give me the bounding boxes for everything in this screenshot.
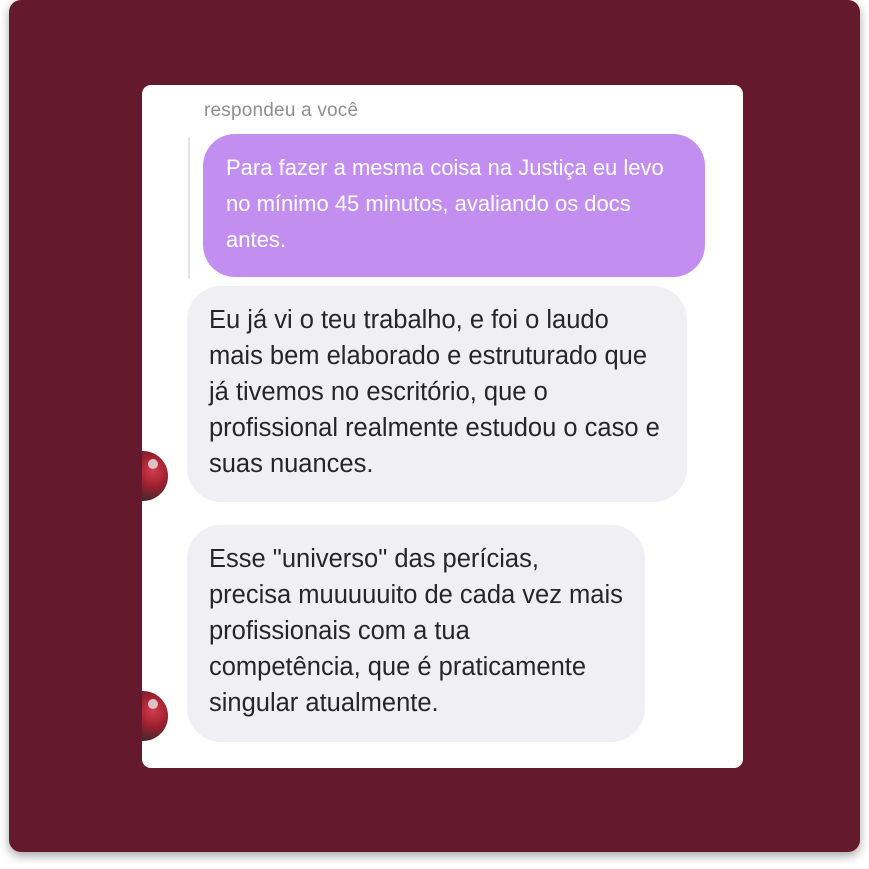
user-avatar[interactable] bbox=[142, 691, 168, 741]
background-frame: respondeu a você Para fazer a mesma cois… bbox=[9, 0, 860, 852]
reply-label: respondeu a você bbox=[204, 100, 359, 121]
conversation-screenshot: respondeu a você Para fazer a mesma cois… bbox=[142, 85, 743, 768]
message-bubble[interactable]: Esse "universo" das perícias, precisa mu… bbox=[187, 525, 645, 742]
reply-indicator-line bbox=[188, 137, 190, 279]
message-bubble[interactable]: Eu já vi o teu trabalho, e foi o laudo m… bbox=[187, 286, 687, 502]
quoted-message-bubble[interactable]: Para fazer a mesma coisa na Justiça eu l… bbox=[203, 134, 705, 277]
user-avatar[interactable] bbox=[142, 451, 168, 501]
